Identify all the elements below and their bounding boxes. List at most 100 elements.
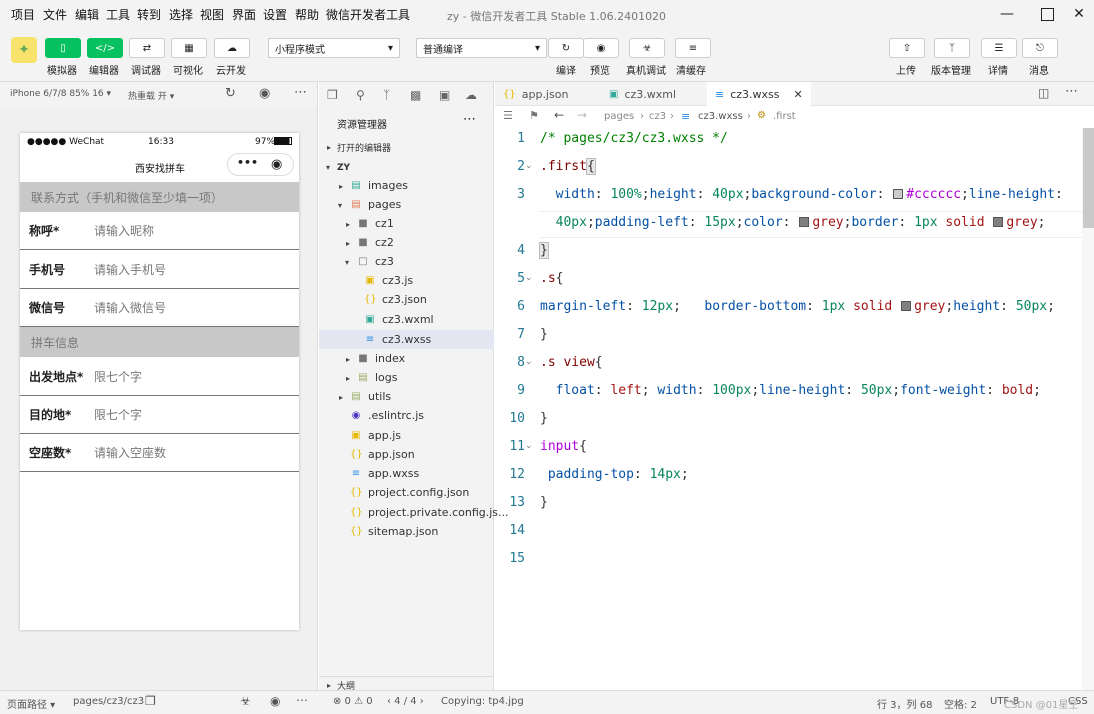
code-line-13[interactable]: }	[540, 495, 548, 510]
tree-item-project-config[interactable]: {} project.config.json	[350, 483, 469, 502]
forward-icon[interactable]: →	[577, 108, 587, 122]
tree-item-cz3-wxml[interactable]: ▣ cz3.wxml	[364, 310, 433, 329]
chevron-right-icon[interactable]: ▸	[346, 374, 350, 383]
maximize-icon[interactable]	[1030, 0, 1064, 28]
bug-icon[interactable]: ☣	[240, 694, 251, 708]
tree-item-cz3-js[interactable]: ▣ cz3.js	[364, 271, 413, 290]
menu-select[interactable]: 选择	[169, 6, 193, 23]
search-icon[interactable]: ⚲	[356, 88, 365, 102]
compile-select[interactable]: 普通编译 ▾	[416, 38, 547, 58]
capsule-close-icon[interactable]: ◉	[271, 157, 282, 172]
messages-button[interactable]: ⎋	[1022, 38, 1058, 58]
mode-select[interactable]: 小程序模式 ▾	[268, 38, 400, 58]
tab-cz3-wxss[interactable]: ≡ cz3.wxss ✕	[707, 82, 811, 106]
menu-ui[interactable]: 界面	[232, 6, 256, 23]
preview-button[interactable]: ◉	[583, 38, 619, 58]
tab-app-json[interactable]: {} app.json	[495, 82, 599, 106]
tree-item-cz2[interactable]: ■ cz2	[357, 233, 394, 252]
minimize-icon[interactable]: —	[990, 0, 1024, 28]
code-line-1[interactable]: /* pages/cz3/cz3.wxss */	[540, 131, 728, 146]
page-path[interactable]: pages/cz3/cz3	[73, 696, 144, 707]
tree-item-pages[interactable]: ▤ pages	[350, 195, 401, 214]
wechat-row[interactable]: 微信号 请输入微信号	[20, 289, 299, 327]
indent-setting[interactable]: 空格: 2	[944, 696, 977, 711]
cloud-panel-icon[interactable]: ☁	[465, 88, 477, 102]
git-icon[interactable]: ᛉ	[383, 88, 390, 102]
tree-item-app-js[interactable]: ▣ app.js	[350, 426, 401, 445]
tree-item-app-json[interactable]: {} app.json	[350, 445, 415, 464]
phone-input[interactable]: 请输入手机号	[94, 261, 166, 278]
avatar[interactable]: ✦	[11, 37, 37, 63]
chevron-right-icon[interactable]: ▸	[346, 220, 350, 229]
stop-icon[interactable]: ◉	[259, 86, 270, 101]
problems-count[interactable]: ⊗ 0 ⚠ 0	[333, 696, 373, 707]
tree-item-sitemap[interactable]: {} sitemap.json	[350, 522, 438, 541]
editor-toggle[interactable]: </>	[87, 38, 123, 58]
menu-edit[interactable]: 编辑	[75, 6, 99, 23]
color-swatch[interactable]	[893, 189, 904, 199]
tree-item-cz3-json[interactable]: {} cz3.json	[364, 290, 427, 309]
nickname-row[interactable]: 称呼* 请输入昵称	[20, 212, 299, 250]
scrollbar-thumb[interactable]	[1083, 128, 1094, 228]
clear-cache-button[interactable]: ≡	[675, 38, 711, 58]
bookmark-icon[interactable]: ⚑	[529, 109, 539, 122]
fold-icon[interactable]: ⌄	[525, 161, 533, 171]
more-dots-icon[interactable]: •••	[237, 156, 258, 169]
code-line-3[interactable]: width: 100%;height: 40px;background-colo…	[540, 187, 1063, 202]
cloud-toggle[interactable]: ☁	[214, 38, 250, 58]
color-swatch[interactable]	[993, 217, 1004, 227]
eye-icon[interactable]: ◉	[270, 694, 280, 708]
tab-cz3-wxml[interactable]: ▣ cz3.wxml	[601, 82, 705, 106]
chevron-down-icon[interactable]: ▾	[345, 258, 349, 267]
code-line-6[interactable]: margin-left: 12px; border-bottom: 1px so…	[540, 299, 1055, 314]
menu-view[interactable]: 视图	[200, 6, 224, 23]
project-root[interactable]: ZY	[337, 158, 350, 177]
menu-devtools[interactable]: 微信开发者工具	[326, 6, 410, 23]
destination-row[interactable]: 目的地* 限七个字	[20, 396, 299, 434]
back-icon[interactable]: ←	[554, 108, 564, 122]
fold-icon[interactable]: ⌄	[525, 441, 533, 451]
tree-item-app-wxss[interactable]: ≡ app.wxss	[350, 464, 419, 483]
departure-row[interactable]: 出发地点* 限七个字	[20, 357, 299, 396]
breadcrumb-cz3[interactable]: cz3	[649, 111, 666, 122]
upload-button[interactable]: ⇧	[889, 38, 925, 58]
menu-project[interactable]: 项目	[11, 6, 35, 23]
files-icon[interactable]: ❐	[327, 88, 338, 102]
menu-file[interactable]: 文件	[43, 6, 67, 23]
departure-input[interactable]: 限七个字	[94, 368, 142, 385]
chevron-right-icon[interactable]: ▸	[339, 393, 343, 402]
wechat-input[interactable]: 请输入微信号	[94, 299, 166, 316]
code-line-8[interactable]: .s view{	[540, 355, 603, 370]
explorer-more-icon[interactable]: ⋯	[463, 112, 476, 127]
hotreload-toggle[interactable]: 热重载 开 ▾	[128, 89, 174, 102]
extensions-icon[interactable]: ▣	[439, 88, 450, 102]
open-editors-header[interactable]: 打开的编辑器	[337, 138, 391, 157]
list-icon[interactable]: ☰	[503, 109, 513, 122]
chevron-right-icon[interactable]: ▸	[346, 239, 350, 248]
nav-count[interactable]: ‹ 4 / 4 ›	[387, 696, 424, 707]
tree-item-cz3-wxss[interactable]: ≡ cz3.wxss	[364, 330, 432, 349]
debug-panel-icon[interactable]: ▩	[410, 88, 421, 102]
code-line-11[interactable]: input{	[540, 439, 587, 454]
close-window-icon[interactable]: ✕	[1062, 0, 1094, 28]
capsule-button[interactable]: ••• ◉	[227, 153, 294, 176]
simulator-toggle[interactable]: ▯	[45, 38, 81, 58]
expand-down-icon[interactable]: ▾	[326, 163, 330, 172]
breadcrumb-file[interactable]: cz3.wxss	[698, 111, 743, 122]
chevron-right-icon[interactable]: ▸	[339, 182, 343, 191]
tree-item-index[interactable]: ■ index	[357, 349, 405, 368]
seats-row[interactable]: 空座数* 请输入空座数	[20, 434, 299, 472]
more-icon[interactable]: ⋯	[294, 85, 307, 100]
fold-icon[interactable]: ⌄	[525, 357, 533, 367]
code-line-3-wrap[interactable]: 40px;padding-left: 15px;color: grey;bord…	[540, 215, 1046, 230]
breadcrumb-symbol[interactable]: .first	[773, 111, 796, 122]
seats-input[interactable]: 请输入空座数	[94, 444, 166, 461]
menu-goto[interactable]: 转到	[137, 6, 161, 23]
code-line-10[interactable]: }	[540, 411, 548, 426]
rotate-icon[interactable]: ↻	[225, 86, 236, 101]
fold-icon[interactable]: ⌄	[525, 273, 533, 283]
more-icon[interactable]: ⋯	[296, 693, 308, 707]
compile-button[interactable]: ↻	[548, 38, 584, 58]
tree-item-cz1[interactable]: ■ cz1	[357, 214, 394, 233]
cursor-position[interactable]: 行 3，列 68	[877, 696, 932, 711]
